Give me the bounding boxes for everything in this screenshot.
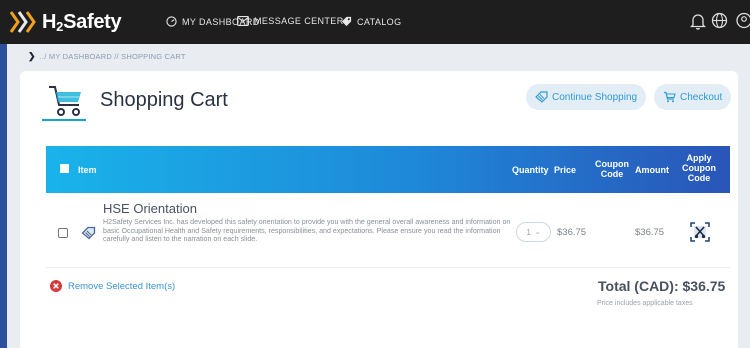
column-amount: Amount — [635, 165, 669, 175]
continue-shopping-label: Continue Shopping — [552, 91, 638, 103]
tax-note: Price includes applicable taxes — [597, 300, 693, 307]
top-navigation-bar: H2Safety MY DASHBOARD MESSAGE CENTER CAT… — [0, 0, 750, 44]
tag-icon — [535, 91, 548, 103]
user-account-icon[interactable] — [736, 12, 750, 29]
table-row: HSE Orientation H2Safety Services Inc. h… — [46, 198, 730, 268]
breadcrumb: ❯ ../ MY DASHBOARD // SHOPPING CART — [28, 51, 186, 62]
bell-icon[interactable] — [690, 12, 706, 30]
column-quantity: Quantity — [512, 165, 549, 175]
continue-shopping-button[interactable]: Continue Shopping — [526, 84, 647, 110]
shopping-cart-panel: Shopping Cart Continue Shopping Checkout… — [20, 71, 738, 348]
item-description: H2Safety Services Inc. has developed thi… — [103, 218, 511, 244]
column-item: Item — [78, 165, 97, 175]
apply-coupon-scissors-icon[interactable] — [689, 221, 711, 243]
select-all-checkbox[interactable] — [60, 164, 69, 173]
dashboard-gauge-icon — [166, 16, 177, 27]
remove-selected-label: Remove Selected Item(s) — [68, 280, 176, 292]
column-price: Price — [554, 165, 577, 175]
course-tag-icon — [81, 226, 96, 240]
title-underline — [42, 119, 86, 121]
column-apply-coupon: Apply Coupon Code — [682, 153, 716, 183]
item-title[interactable]: HSE Orientation — [103, 201, 197, 216]
row-select-checkbox[interactable] — [58, 228, 68, 238]
breadcrumb-path[interactable]: ../ MY DASHBOARD // SHOPPING CART — [40, 52, 186, 61]
brand-name: H2Safety — [42, 11, 122, 34]
quantity-select[interactable]: 1 ⌄ — [516, 222, 551, 242]
envelope-icon — [237, 16, 249, 26]
checkout-label: Checkout — [680, 91, 723, 103]
item-amount: $36.75 — [635, 227, 665, 238]
checkout-button[interactable]: Checkout — [654, 84, 732, 110]
brand-logo[interactable]: H2Safety — [9, 8, 139, 36]
cart-icon — [664, 91, 676, 103]
nav-messages-label: MESSAGE CENTER — [254, 16, 344, 26]
column-coupon-code: Coupon Code — [595, 159, 629, 179]
chevron-right-icon[interactable]: ❯ — [28, 51, 36, 62]
logo-chevrons-icon — [9, 11, 36, 33]
chevron-down-icon: ⌄ — [534, 229, 541, 236]
nav-catalog-label: CATALOG — [357, 16, 402, 27]
item-price: $36.75 — [557, 227, 587, 238]
nav-catalog[interactable]: CATALOG — [341, 16, 401, 27]
remove-selected-button[interactable]: Remove Selected Item(s) — [50, 280, 175, 292]
shopping-cart-icon — [49, 86, 81, 116]
cart-table-header: Item Quantity Price Coupon Code Amount A… — [46, 146, 730, 193]
nav-message-center[interactable]: MESSAGE CENTER — [237, 16, 344, 26]
left-side-strip — [0, 44, 7, 348]
remove-x-icon — [50, 280, 62, 292]
cart-total: Total (CAD): $36.75 — [598, 278, 726, 294]
globe-icon[interactable] — [711, 12, 728, 29]
catalog-tag-icon — [341, 16, 352, 27]
quantity-value: 1 — [526, 227, 531, 237]
page-title: Shopping Cart — [100, 89, 228, 111]
